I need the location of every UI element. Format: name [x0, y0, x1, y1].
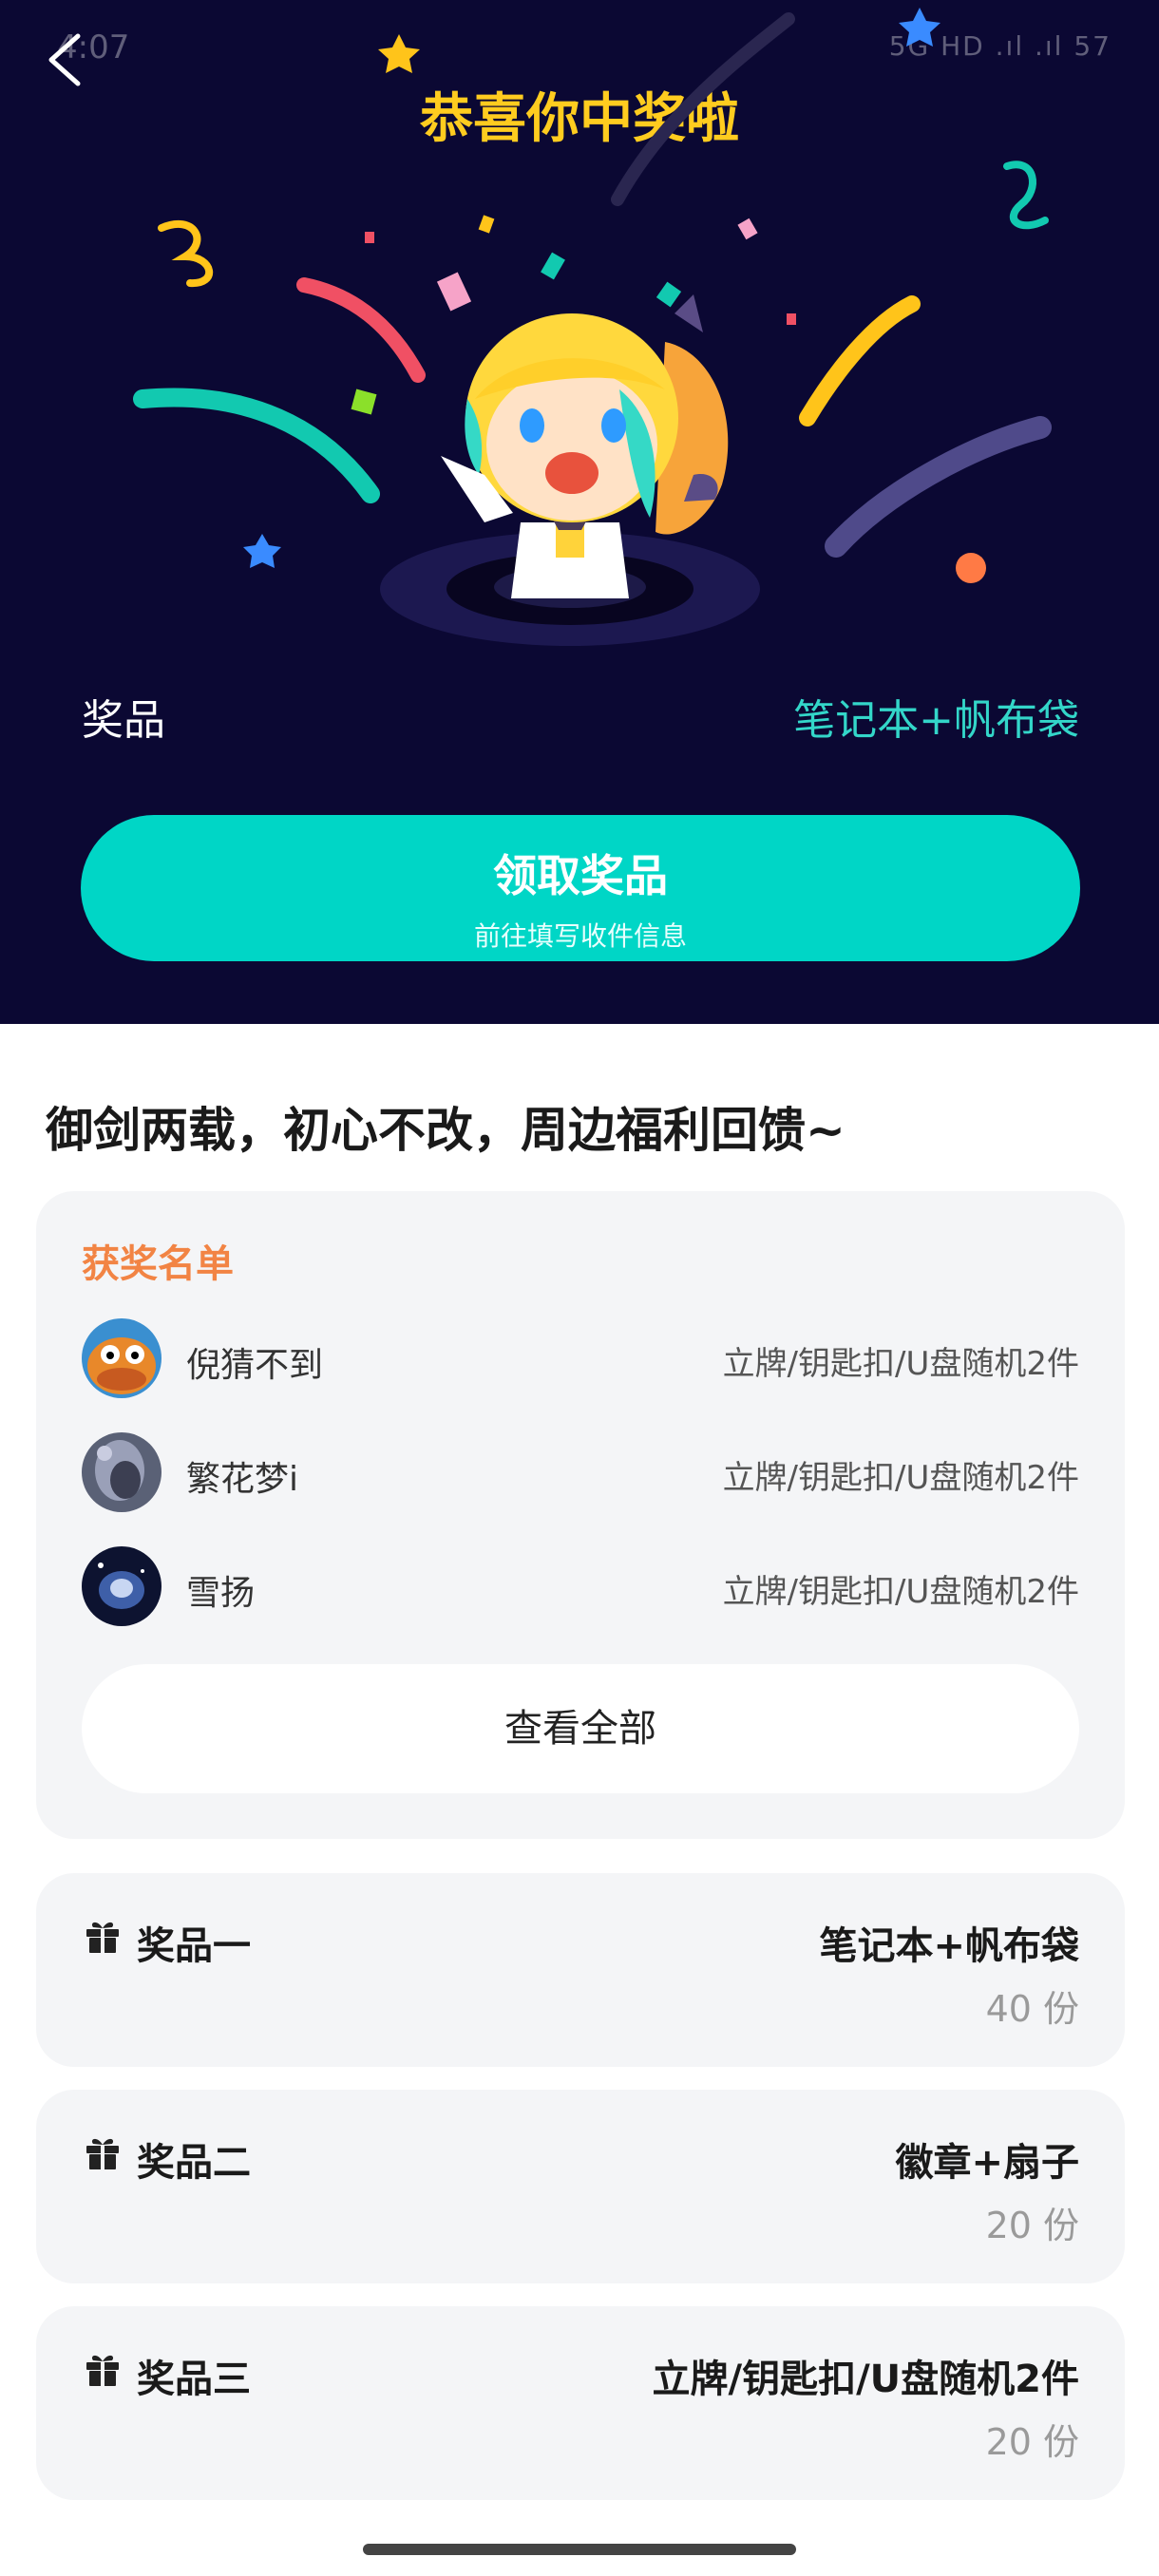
- avatar[interactable]: [82, 1546, 162, 1626]
- winner-name: 雪扬: [186, 1574, 256, 1613]
- home-indicator[interactable]: [363, 2544, 796, 2555]
- prize-card-count: 20 份: [985, 2205, 1079, 2246]
- section-heading: 御剑两载，初心不改，周边福利回馈~: [46, 1103, 846, 1158]
- winner-row: 雪扬 立牌/钥匙扣/U盘随机2件: [82, 1546, 1079, 1626]
- winners-card: 获奖名单 倪猜不到 立牌/钥匙扣/U盘随机2件 繁花梦i 立牌/钥匙扣/U盘随机…: [36, 1191, 1125, 1839]
- winners-title: 获奖名单: [82, 1242, 234, 1286]
- mascot-illustration: [380, 294, 760, 646]
- prize-card: 奖品一 笔记本+帆布袋 40 份: [36, 1873, 1125, 2067]
- avatar[interactable]: [82, 1432, 162, 1512]
- prize-card-count: 20 份: [985, 2421, 1079, 2463]
- winner-row: 倪猜不到 立牌/钥匙扣/U盘随机2件: [82, 1318, 1079, 1398]
- prize-card-label: 奖品一: [137, 1924, 251, 1968]
- prize-card: 奖品三 立牌/钥匙扣/U盘随机2件 20 份: [36, 2306, 1125, 2500]
- gift-icon: [86, 1922, 119, 1953]
- prize-value: 笔记本+帆布袋: [793, 696, 1079, 745]
- prize-card-label: 奖品二: [137, 2141, 251, 2185]
- prize-label: 奖品: [82, 696, 165, 745]
- prize-card-count: 40 份: [985, 1988, 1079, 2030]
- winner-name: 倪猜不到: [186, 1346, 324, 1385]
- claim-button-subtitle: 前往填写收件信息: [473, 920, 687, 952]
- gift-icon: [86, 2138, 119, 2169]
- claim-button-title: 领取奖品: [493, 850, 668, 901]
- winner-name: 繁花梦i: [186, 1460, 299, 1499]
- claim-prize-button[interactable]: 领取奖品 前往填写收件信息: [81, 815, 1080, 961]
- winner-prize: 立牌/钥匙扣/U盘随机2件: [722, 1459, 1079, 1497]
- hero-banner: 4:07 5G HD .ıl .ıl 57 恭喜你中奖啦 奖品 笔记本+帆布袋 …: [0, 0, 1159, 1024]
- prize-card-name: 立牌/钥匙扣/U盘随机2件: [652, 2358, 1079, 2401]
- winner-row: 繁花梦i 立牌/钥匙扣/U盘随机2件: [82, 1432, 1079, 1512]
- prize-card-label: 奖品三: [137, 2358, 251, 2401]
- view-all-button[interactable]: 查看全部: [82, 1664, 1079, 1793]
- prize-card-name: 徽章+扇子: [895, 2141, 1079, 2185]
- avatar[interactable]: [82, 1318, 162, 1398]
- winner-prize: 立牌/钥匙扣/U盘随机2件: [722, 1345, 1079, 1383]
- gift-icon: [86, 2355, 119, 2386]
- winner-prize: 立牌/钥匙扣/U盘随机2件: [722, 1573, 1079, 1611]
- prize-card-name: 笔记本+帆布袋: [819, 1924, 1079, 1968]
- prize-card: 奖品二 徽章+扇子 20 份: [36, 2090, 1125, 2283]
